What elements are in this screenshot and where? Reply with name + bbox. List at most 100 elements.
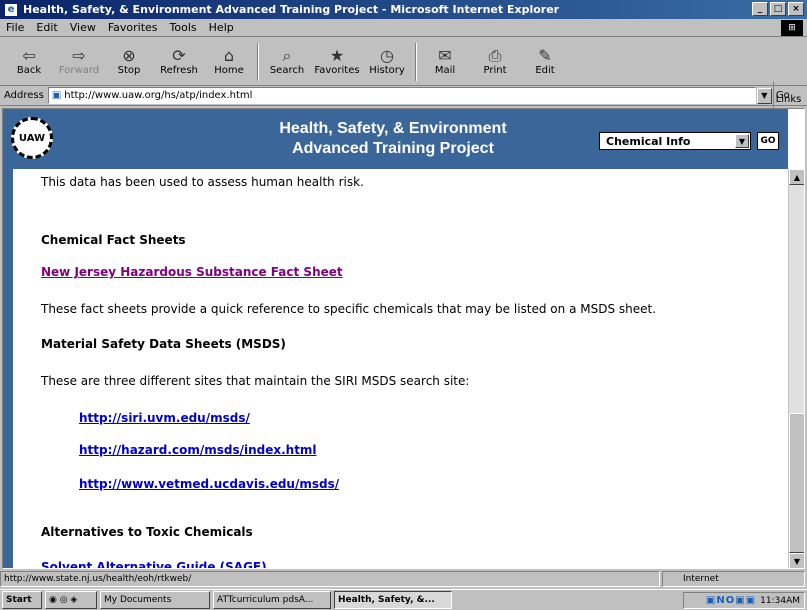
taskbar-item-health-safety[interactable]: Health, Safety, &...: [334, 591, 452, 609]
section-heading-msds: Material Safety Data Sheets (MSDS): [41, 337, 286, 351]
site-banner: UAW Health, Safety, & Environment Advanc…: [3, 109, 788, 169]
taskbar-item-label: ATTcurriculum pdsA...: [217, 595, 314, 605]
start-label: Start: [6, 595, 32, 605]
scroll-up-arrow-icon[interactable]: ▲: [789, 169, 804, 185]
link-nj-fact-sheet[interactable]: New Jersey Hazardous Substance Fact Shee…: [41, 265, 343, 279]
toolbar-separator: [257, 42, 259, 81]
favorites-label: Favorites: [314, 65, 360, 76]
start-button[interactable]: Start: [2, 591, 42, 609]
taskbar-item-label: Health, Safety, &...: [338, 595, 435, 605]
forward-button[interactable]: ⇨ Forward: [54, 40, 104, 84]
scroll-down-arrow-icon[interactable]: ▼: [789, 553, 804, 568]
back-label: Back: [16, 65, 42, 76]
window-title: Health, Safety, & Environment Advanced T…: [23, 3, 560, 16]
edit-label: Edit: [535, 65, 555, 76]
address-dropdown-button[interactable]: ▼: [756, 87, 772, 104]
favorites-icon: ★: [329, 46, 345, 65]
status-zone: Internet: [662, 571, 805, 587]
system-tray: ▣NO▣▣ 11:34AM: [683, 592, 805, 609]
forward-label: Forward: [58, 65, 100, 76]
msds-description: These are three different sites that mai…: [41, 374, 470, 388]
close-button[interactable]: ×: [788, 2, 804, 16]
chevron-down-icon[interactable]: ▼: [735, 134, 749, 148]
menu-tools[interactable]: Tools: [170, 21, 197, 34]
address-url: http://www.uaw.org/hs/atp/index.html: [64, 90, 253, 101]
back-button[interactable]: ⇦ Back: [4, 40, 54, 84]
stop-button[interactable]: ⊗ Stop: [104, 40, 154, 84]
status-bar: http://www.state.nj.us/health/eoh/rtkweb…: [0, 570, 807, 588]
ie-icon: e: [4, 2, 18, 17]
clock: 11:34AM: [760, 595, 800, 606]
page-icon: ▣: [51, 90, 62, 101]
page-content: This data has been used to assess human …: [13, 169, 788, 568]
back-arrow-icon: ⇦: [22, 46, 36, 65]
standard-toolbar: ⇦ Back ⇨ Forward ⊗ Stop ⟳ Refresh ⌂ Home…: [0, 38, 807, 116]
print-icon: ⎙: [488, 46, 502, 65]
search-icon: ⌕: [282, 46, 292, 65]
intro-text: This data has been used to assess human …: [41, 175, 364, 189]
history-icon: ◷: [380, 46, 394, 65]
home-label: Home: [214, 65, 244, 76]
section-heading-alternatives: Alternatives to Toxic Chemicals: [41, 525, 253, 539]
taskbar-item-attcurriculum[interactable]: ATTcurriculum pdsA...: [213, 591, 331, 609]
section-select-value: Chemical Info: [606, 134, 691, 148]
window-title-bar: e Health, Safety, & Environment Advanced…: [0, 0, 807, 19]
go-button[interactable]: Go: [776, 90, 790, 101]
address-bar: Address ▣ http://www.uaw.org/hs/atp/inde…: [0, 86, 807, 106]
page-viewport: UAW Health, Safety, & Environment Advanc…: [2, 108, 805, 569]
left-sidebar-strip: [3, 169, 13, 568]
mail-button[interactable]: ✉ Mail: [420, 40, 470, 84]
tray-icons[interactable]: ▣NO▣▣: [706, 595, 756, 606]
windows-taskbar: Start ◉ ◎ ◈ My Documents ATTcurriculum p…: [0, 589, 807, 610]
fact-sheets-description: These fact sheets provide a quick refere…: [41, 302, 657, 316]
link-msds-siri[interactable]: http://siri.uvm.edu/msds/: [79, 411, 250, 425]
windows-logo-icon: ⊞: [781, 20, 803, 36]
link-msds-hazard[interactable]: http://hazard.com/msds/index.html: [79, 443, 317, 457]
address-input[interactable]: ▣ http://www.uaw.org/hs/atp/index.html: [47, 87, 756, 104]
toolbar-separator: [415, 42, 417, 81]
menu-file[interactable]: File: [6, 21, 24, 34]
favorites-button[interactable]: ★ Favorites: [312, 40, 362, 84]
home-button[interactable]: ⌂ Home: [204, 40, 254, 84]
edit-icon: ✎: [538, 46, 552, 65]
vertical-scrollbar[interactable]: ▲ ▼: [788, 169, 804, 568]
history-button[interactable]: ◷ History: [362, 40, 412, 84]
print-label: Print: [483, 65, 507, 76]
search-button[interactable]: ⌕ Search: [262, 40, 312, 84]
refresh-label: Refresh: [160, 65, 198, 76]
edit-button[interactable]: ✎ Edit: [520, 40, 570, 84]
menu-view[interactable]: View: [70, 21, 96, 34]
section-heading-chemical-fact-sheets: Chemical Fact Sheets: [41, 233, 186, 247]
minimize-button[interactable]: _: [752, 2, 768, 16]
refresh-icon: ⟳: [172, 46, 186, 65]
search-label: Search: [269, 65, 305, 76]
link-msds-vetmed[interactable]: http://www.vetmed.ucdavis.edu/msds/: [79, 477, 339, 491]
print-button[interactable]: ⎙ Print: [470, 40, 520, 84]
section-select[interactable]: Chemical Info ▼: [599, 132, 751, 150]
taskbar-item-my-documents[interactable]: My Documents: [100, 591, 210, 609]
site-heading: Health, Safety, & Environment Advanced T…: [203, 119, 583, 159]
menu-edit[interactable]: Edit: [36, 21, 57, 34]
status-url: http://www.state.nj.us/health/eoh/rtkweb…: [0, 571, 660, 587]
menu-help[interactable]: Help: [209, 21, 234, 34]
scroll-thumb[interactable]: [789, 413, 804, 553]
maximize-button[interactable]: □: [770, 2, 786, 16]
link-sage[interactable]: Solvent Alternative Guide (SAGE): [41, 560, 267, 568]
taskbar-item-label: My Documents: [104, 595, 172, 605]
uaw-logo: UAW: [11, 117, 53, 159]
internet-zone-text: Internet: [683, 574, 719, 584]
history-label: History: [369, 65, 405, 76]
stop-icon: ⊗: [122, 46, 136, 65]
home-icon: ⌂: [223, 46, 235, 65]
address-label: Address: [4, 90, 44, 101]
quick-launch[interactable]: ◉ ◎ ◈: [45, 591, 97, 609]
refresh-button[interactable]: ⟳ Refresh: [154, 40, 204, 84]
menu-favorites[interactable]: Favorites: [108, 21, 158, 34]
site-heading-line1: Health, Safety, & Environment: [279, 120, 507, 137]
site-heading-line2: Advanced Training Project: [292, 140, 494, 157]
window-controls: _ □ ×: [752, 2, 804, 16]
forward-arrow-icon: ⇨: [72, 46, 86, 65]
mail-label: Mail: [434, 65, 456, 76]
section-go-button[interactable]: GO: [757, 132, 779, 150]
status-url-text: http://www.state.nj.us/health/eoh/rtkweb…: [4, 574, 192, 584]
